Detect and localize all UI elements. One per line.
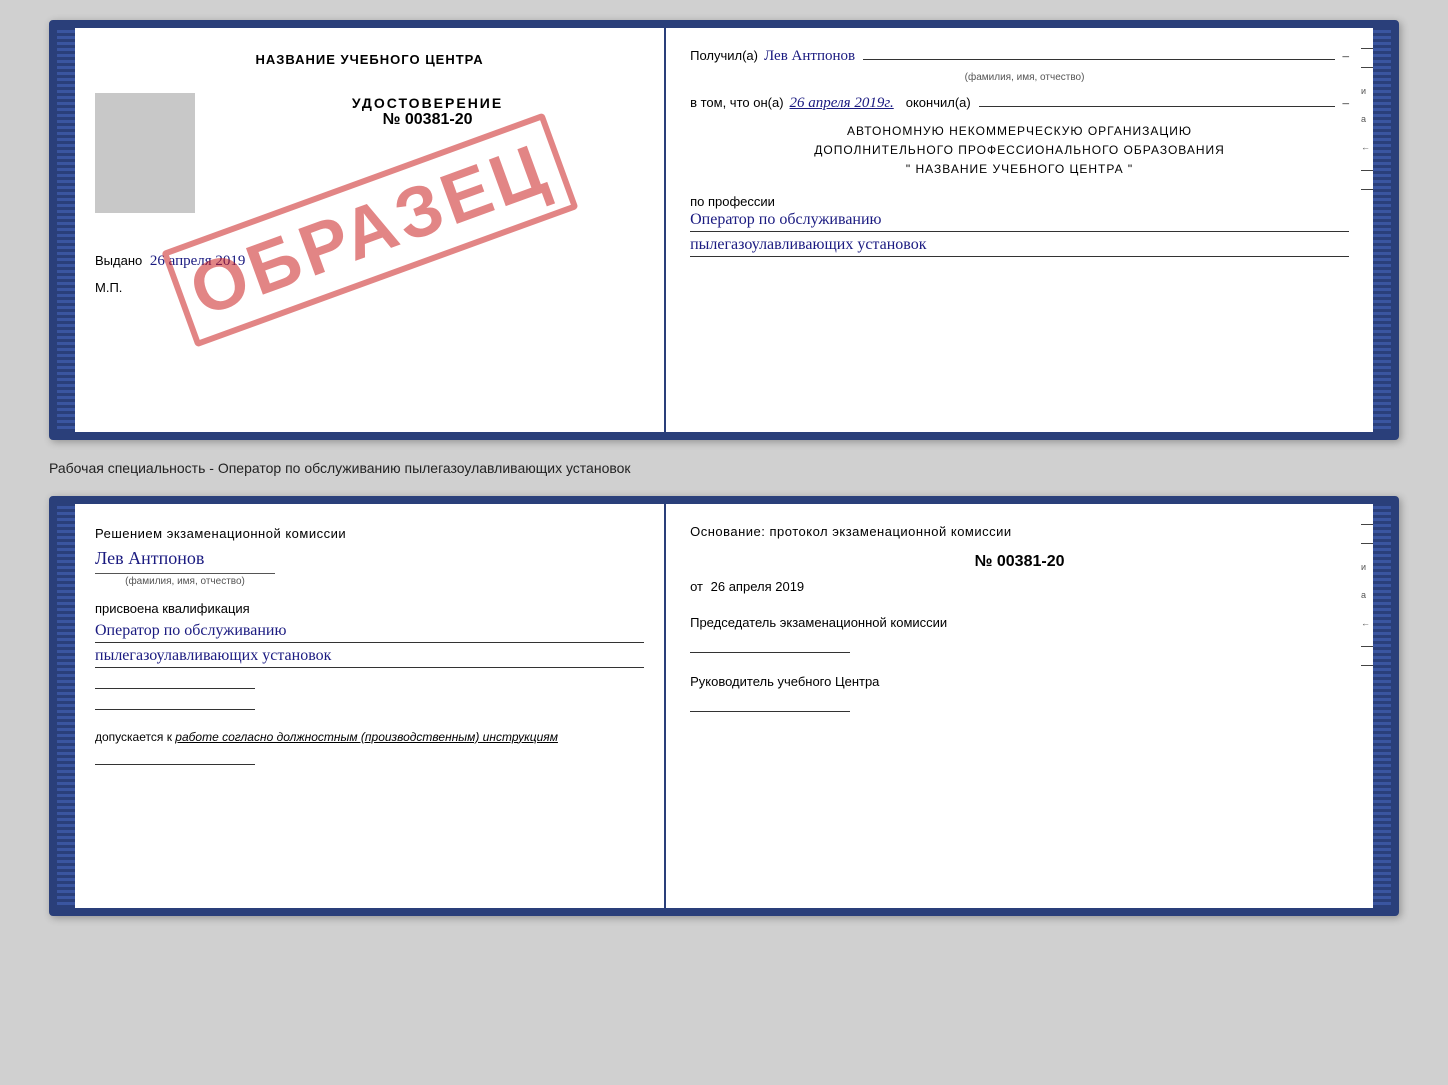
po-professii-label: по профессии: [690, 194, 1349, 209]
signature-line-3: [95, 764, 255, 765]
org-block: АВТОНОМНУЮ НЕКОММЕРЧЕСКУЮ ОРГАНИЗАЦИЮ ДО…: [690, 122, 1349, 180]
poluchil-row: Получил(а) Лев Антпонов –: [690, 48, 1349, 65]
poluchil-underline: [863, 59, 1334, 60]
top-booklet-left: НАЗВАНИЕ УЧЕБНОГО ЦЕНТРА УДОСТОВЕРЕНИЕ №…: [75, 28, 666, 432]
poluchil-label: Получил(а): [690, 48, 758, 63]
dash1: –: [1343, 48, 1350, 64]
vydano-label: Выдано: [95, 253, 142, 268]
tick-b2: [1361, 543, 1373, 544]
osnovanie-label: Основание: протокол экзаменационной коми…: [690, 524, 1349, 539]
spine-left: [57, 28, 75, 432]
udostoverenie-block: УДОСТОВЕРЕНИЕ № 00381-20: [211, 95, 644, 129]
spine-left-bottom: [57, 504, 75, 908]
top-booklet: НАЗВАНИЕ УЧЕБНОГО ЦЕНТРА УДОСТОВЕРЕНИЕ №…: [49, 20, 1399, 440]
cert-title: НАЗВАНИЕ УЧЕБНОГО ЦЕНТРА: [95, 52, 644, 67]
spine-right-bottom: [1373, 504, 1391, 908]
vtom-row: в том, что он(а) 26 апреля 2019г. окончи…: [690, 95, 1349, 112]
vtom-date: 26 апреля 2019г.: [790, 95, 894, 112]
predsedatel-sig-line: [690, 652, 850, 653]
tick1: [1361, 48, 1373, 49]
bottom-booklet: Решением экзаменационной комиссии Лев Ан…: [49, 496, 1399, 916]
spine-right-top: [1373, 28, 1391, 432]
fio-subtext-row: (фамилия, имя, отчество): [690, 67, 1349, 85]
dopuskaetsya-row: допускается к работе согласно должностны…: [95, 730, 644, 744]
ot-label: от: [690, 579, 703, 594]
poluchil-name: Лев Антпонов: [764, 48, 855, 65]
prisvoena-label: присвоена квалификация: [95, 601, 644, 616]
side-ticks: и а ←: [1361, 48, 1373, 190]
tick-b4: [1361, 665, 1373, 666]
okonchil-label: окончил(а): [906, 95, 971, 110]
side-ticks-bottom: и а ←: [1361, 524, 1373, 666]
vydano-date: 26 апреля 2019: [150, 253, 246, 269]
vtom-label: в том, что он(а): [690, 95, 783, 110]
profession-line1: Оператор по обслуживанию: [690, 211, 1349, 232]
dopuskaetsya-value: работе согласно должностным (производств…: [175, 730, 558, 744]
udostoverenie-number: № 00381-20: [211, 111, 644, 129]
profession-line2: пылегазоулавливающих установок: [690, 236, 1349, 257]
qualification-line2: пылегазоулавливающих установок: [95, 647, 644, 668]
vydano-row: Выдано 26 апреля 2019: [95, 253, 644, 270]
resheniem-label: Решением экзаменационной комиссии: [95, 524, 644, 544]
tick-b3: [1361, 646, 1373, 647]
page-container: НАЗВАНИЕ УЧЕБНОГО ЦЕНТРА УДОСТОВЕРЕНИЕ №…: [49, 20, 1399, 916]
org-line1: АВТОНОМНУЮ НЕКОММЕРЧЕСКУЮ ОРГАНИЗАЦИЮ: [690, 122, 1349, 141]
udostoverenie-title: УДОСТОВЕРЕНИЕ: [211, 95, 644, 111]
tick2: [1361, 67, 1373, 68]
photo-placeholder: [95, 93, 195, 213]
rukovoditel-section: Руководитель учебного Центра: [690, 673, 1349, 712]
bottom-name-handwritten: Лев Антпонов: [95, 548, 644, 569]
dash2: –: [1343, 95, 1350, 111]
tick-b1: [1361, 524, 1373, 525]
signature-line-1: [95, 688, 255, 689]
org-line3: " НАЗВАНИЕ УЧЕБНОГО ЦЕНТРА ": [690, 160, 1349, 179]
vtom-underline: [979, 106, 1335, 107]
top-booklet-right: Получил(а) Лев Антпонов – (фамилия, имя,…: [666, 28, 1373, 432]
ot-date-value: 26 апреля 2019: [711, 579, 805, 594]
bottom-booklet-left: Решением экзаменационной комиссии Лев Ан…: [75, 504, 666, 908]
ot-date-row: от 26 апреля 2019: [690, 579, 1349, 594]
tick4: [1361, 189, 1373, 190]
mp-label: М.П.: [95, 280, 644, 295]
separator-label: Рабочая специальность - Оператор по обсл…: [49, 452, 1399, 484]
signature-line-2: [95, 709, 255, 710]
dopuskaetsya-label: допускается к: [95, 730, 172, 744]
bottom-number: № 00381-20: [690, 553, 1349, 571]
rukovoditel-sig-line: [690, 711, 850, 712]
predsedatel-label: Председатель экзаменационной комиссии: [690, 614, 1349, 632]
predsedatel-section: Председатель экзаменационной комиссии: [690, 614, 1349, 653]
qualification-line1: Оператор по обслуживанию: [95, 622, 644, 643]
rukovoditel-label: Руководитель учебного Центра: [690, 673, 1349, 691]
tick3: [1361, 170, 1373, 171]
org-line2: ДОПОЛНИТЕЛЬНОГО ПРОФЕССИОНАЛЬНОГО ОБРАЗО…: [690, 141, 1349, 160]
bottom-fio-subtext: (фамилия, имя, отчество): [95, 571, 644, 589]
bottom-booklet-right: Основание: протокол экзаменационной коми…: [666, 504, 1373, 908]
fio-subtext: (фамилия, имя, отчество): [965, 72, 1085, 83]
